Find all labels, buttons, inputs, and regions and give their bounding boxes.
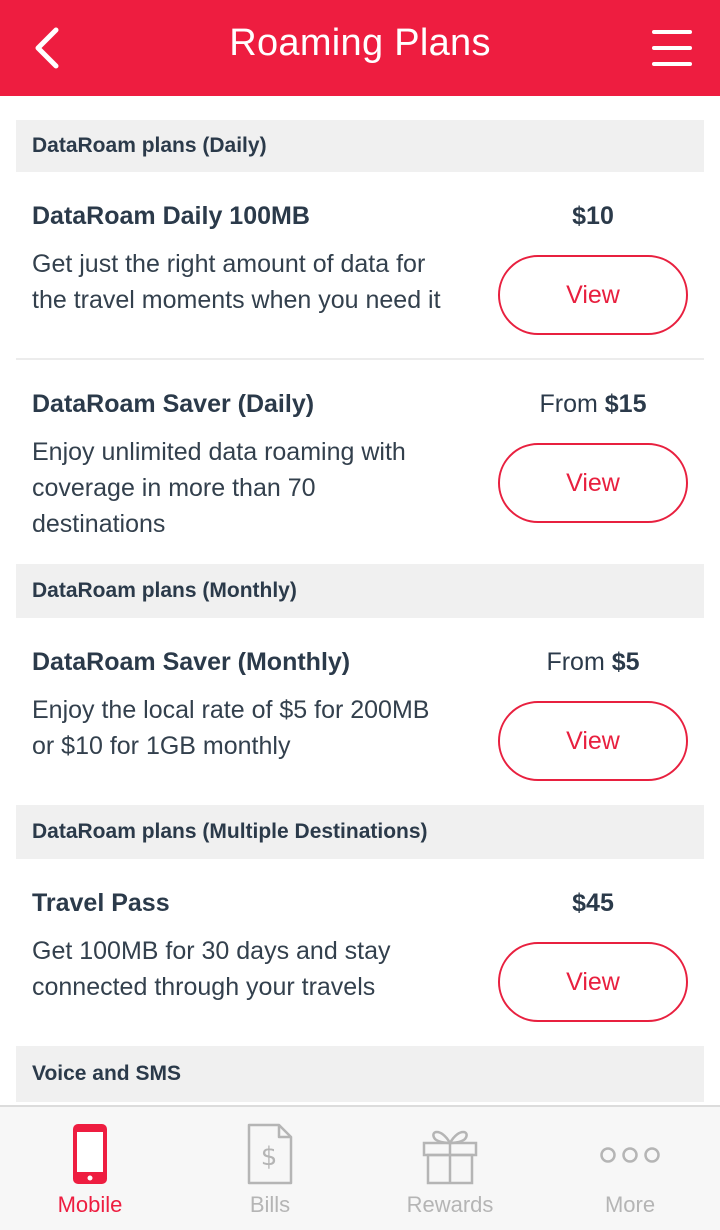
price-amount: $15: [604, 390, 647, 418]
plan-description-line: coverage in more than 70: [32, 474, 316, 502]
plan-description: Get 100MB for 30 days and stay connected…: [32, 933, 472, 1005]
plan-description-line: Enjoy the local rate of $5 for 200MB: [32, 696, 430, 724]
section-header-monthly: DataRoam plans (Monthly): [16, 564, 704, 618]
tab-mobile[interactable]: Mobile: [0, 1107, 180, 1230]
more-dots-icon: [600, 1147, 660, 1163]
view-button[interactable]: View: [498, 701, 688, 781]
plan-description-line: or $10 for 1GB monthly: [32, 732, 291, 760]
section-header-multiple-destinations: DataRoam plans (Multiple Destinations): [16, 805, 704, 859]
plan-description: Get just the right amount of data for th…: [32, 246, 472, 318]
price-amount: $45: [572, 889, 614, 917]
tab-label: Rewards: [406, 1192, 494, 1217]
tab-more[interactable]: More: [540, 1107, 720, 1230]
section-header-daily: DataRoam plans (Daily): [16, 120, 704, 172]
tab-label: Mobile: [57, 1192, 123, 1217]
plan-description-line: destinations: [32, 510, 166, 538]
mobile-phone-icon: [73, 1124, 107, 1184]
plan-name: DataRoam Saver (Monthly): [32, 648, 351, 676]
plan-description-line: connected through your travels: [32, 973, 376, 1001]
plan-price: $10: [498, 202, 688, 231]
tab-bills[interactable]: $ Bills: [180, 1107, 360, 1230]
plan-price: From $5: [498, 648, 688, 677]
price-amount: $5: [611, 648, 640, 676]
plan-description-line: Get just the right amount of data for: [32, 250, 426, 278]
view-button[interactable]: View: [498, 255, 688, 335]
view-button[interactable]: View: [498, 942, 688, 1022]
plan-name: DataRoam Saver (Daily): [32, 390, 315, 418]
menu-button[interactable]: [648, 24, 696, 72]
svg-text:$: $: [261, 1142, 278, 1172]
view-button[interactable]: View: [498, 443, 688, 523]
bill-dollar-icon: $: [247, 1123, 293, 1185]
plan-description-line: the travel moments when you need it: [32, 286, 441, 314]
divider: [16, 358, 704, 360]
bottom-tab-bar: Mobile $ Bills Rewards More: [0, 1105, 720, 1230]
section-header-voice-sms: Voice and SMS: [16, 1046, 704, 1102]
plan-name: DataRoam Daily 100MB: [32, 202, 310, 230]
plan-price: From $15: [498, 390, 688, 419]
price-prefix: From: [539, 390, 598, 418]
plan-description-line: Enjoy unlimited data roaming with: [32, 438, 406, 466]
tab-label: More: [604, 1192, 656, 1217]
page-title: Roaming Plans: [229, 22, 491, 64]
price-amount: $10: [572, 202, 614, 230]
plan-name: Travel Pass: [32, 889, 170, 917]
gift-icon: [422, 1130, 478, 1185]
tab-label: Bills: [249, 1192, 291, 1217]
plan-price: $45: [498, 889, 688, 918]
plan-description: Enjoy the local rate of $5 for 200MB or …: [32, 692, 472, 764]
hamburger-menu-icon: [652, 30, 692, 66]
tab-rewards[interactable]: Rewards: [360, 1107, 540, 1230]
app-header: Roaming Plans: [0, 0, 720, 96]
plan-description: Enjoy unlimited data roaming with covera…: [32, 434, 472, 542]
price-prefix: From: [546, 648, 605, 676]
plan-description-line: Get 100MB for 30 days and stay: [32, 937, 391, 965]
